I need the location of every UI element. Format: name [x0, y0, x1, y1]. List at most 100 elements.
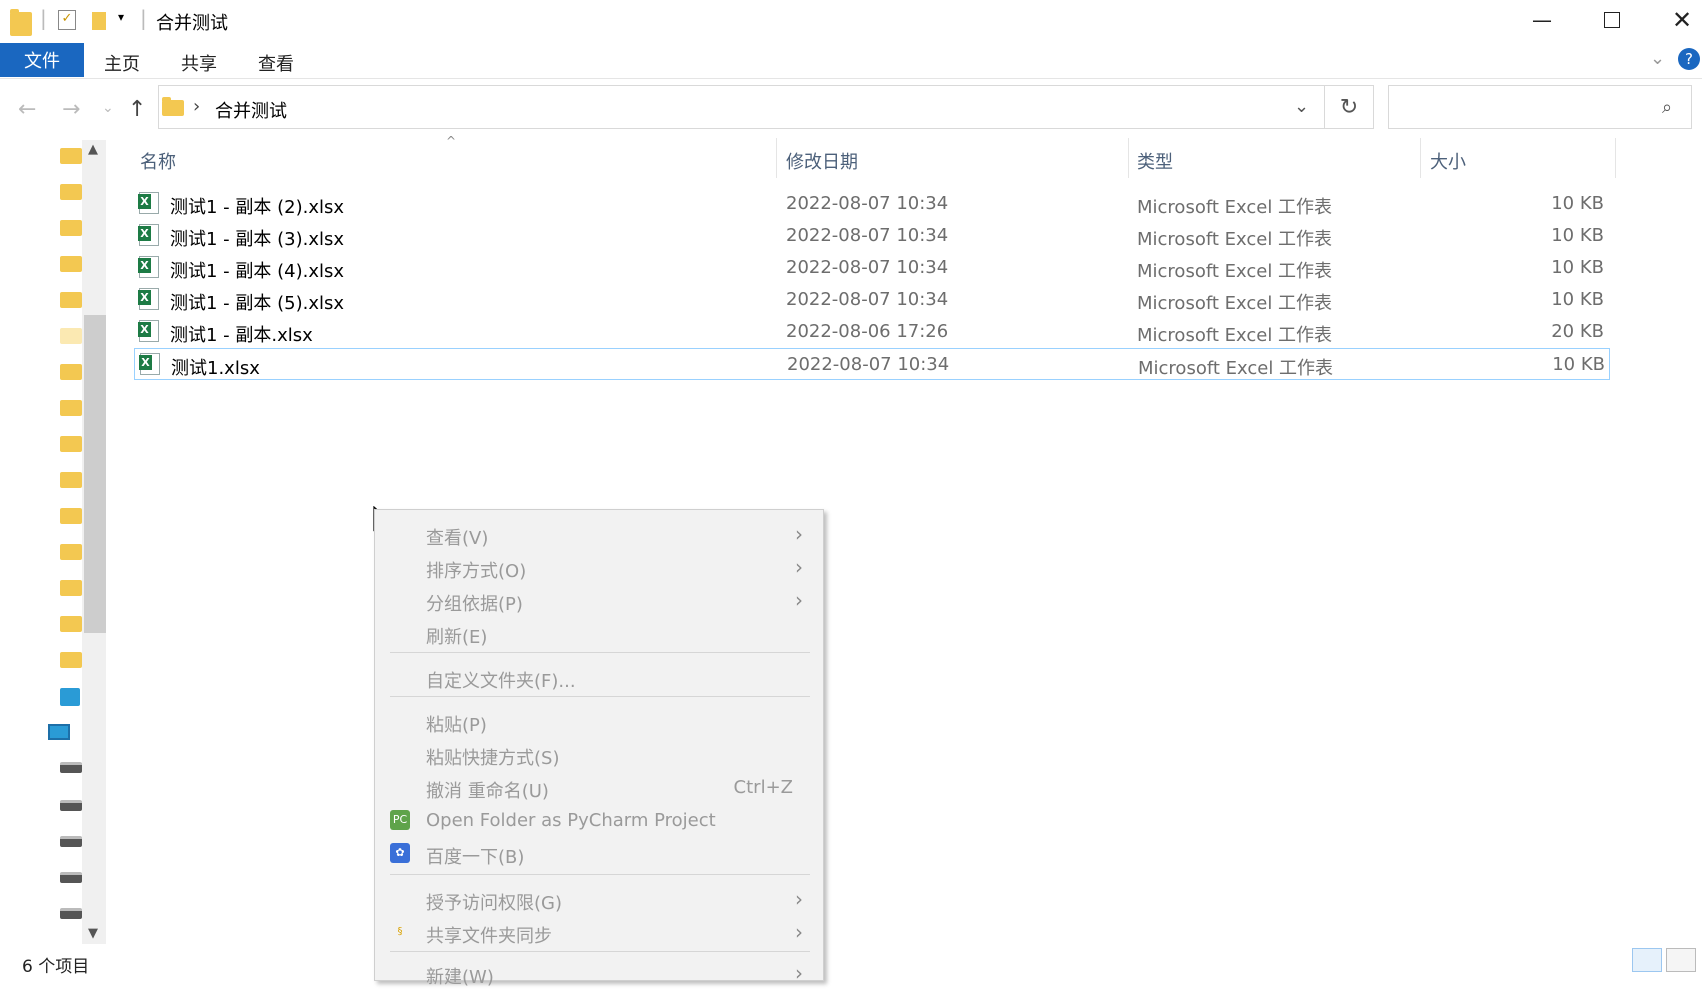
refresh-button[interactable]: ↻ — [1324, 85, 1374, 129]
sort-ascending-icon: ^ — [446, 134, 457, 148]
drive-icon[interactable] — [60, 836, 82, 847]
file-type: Microsoft Excel 工作表 — [1137, 261, 1333, 282]
breadcrumb-current[interactable]: 合并测试 — [215, 97, 287, 123]
folder-icon[interactable] — [60, 400, 82, 416]
file-size: 10 KB — [1551, 257, 1604, 278]
folder-icon[interactable] — [60, 148, 82, 164]
column-header-date[interactable]: 修改日期 — [786, 148, 858, 174]
menu-item-share-sync[interactable]: § 共享文件夹同步 › — [375, 917, 823, 950]
maximize-button[interactable] — [1580, 0, 1644, 40]
file-date: 2022-08-07 10:34 — [786, 289, 949, 310]
file-name: 测试1 - 副本 (4).xlsx — [170, 261, 345, 282]
menu-item-view[interactable]: 查看(V) › — [375, 519, 823, 552]
menu-item-sort[interactable]: 排序方式(O) › — [375, 552, 823, 585]
menu-item-grant-access[interactable]: 授予访问权限(G) › — [375, 884, 823, 917]
folder-icon[interactable] — [60, 328, 82, 344]
up-icon[interactable]: ↑ — [128, 97, 146, 122]
menu-separator — [390, 696, 810, 697]
column-divider[interactable] — [1615, 138, 1616, 178]
recent-locations-icon[interactable]: ⌄ — [102, 100, 114, 116]
menu-item-label: 新建(W) — [426, 967, 494, 988]
file-name: 测试1 - 副本.xlsx — [170, 325, 313, 346]
menu-item-customize-folder[interactable]: 自定义文件夹(F)... — [375, 662, 823, 695]
file-row[interactable]: 测试1 - 副本 (3).xlsx 2022-08-07 10:34 Micro… — [134, 220, 1610, 252]
column-header-type[interactable]: 类型 — [1137, 148, 1173, 174]
column-header-name[interactable]: 名称 — [140, 148, 176, 174]
address-bar[interactable] — [158, 85, 1374, 129]
details-view-button[interactable] — [1632, 948, 1662, 972]
chevron-right-icon: › — [795, 887, 803, 911]
file-date: 2022-08-07 10:34 — [786, 193, 949, 214]
properties-icon[interactable]: ✓ — [58, 10, 76, 30]
nav-scrollbar-thumb[interactable] — [84, 315, 106, 633]
menu-item-baidu[interactable]: ✿ 百度一下(B) — [375, 838, 823, 871]
menu-item-paste[interactable]: 粘贴(P) — [375, 706, 823, 739]
folder-icon[interactable] — [60, 472, 82, 488]
chevron-right-icon: › — [795, 522, 803, 546]
folder-icon[interactable] — [60, 508, 82, 524]
column-divider[interactable] — [1420, 138, 1421, 178]
back-icon[interactable]: ← — [18, 97, 36, 122]
help-icon[interactable]: ? — [1678, 48, 1700, 70]
file-row[interactable]: 测试1 - 副本 (2).xlsx 2022-08-07 10:34 Micro… — [134, 188, 1610, 220]
file-date: 2022-08-07 10:34 — [787, 354, 950, 375]
drive-icon[interactable] — [60, 800, 82, 811]
menu-item-label: 共享文件夹同步 — [426, 926, 552, 947]
folder-icon[interactable] — [60, 436, 82, 452]
menu-item-pycharm[interactable]: PC Open Folder as PyCharm Project — [375, 805, 823, 838]
file-row[interactable]: 测试1 - 副本 (4).xlsx 2022-08-07 10:34 Micro… — [134, 252, 1610, 284]
expand-ribbon-icon[interactable]: ⌄ — [1650, 48, 1665, 69]
menu-separator — [390, 951, 810, 952]
menu-item-group[interactable]: 分组依据(P) › — [375, 585, 823, 618]
tab-file[interactable]: 文件 — [0, 43, 84, 77]
menu-item-label: 授予访问权限(G) — [426, 893, 562, 914]
tab-home[interactable]: 主页 — [104, 50, 140, 76]
folder-icon[interactable] — [60, 652, 82, 668]
column-header-size[interactable]: 大小 — [1430, 148, 1466, 174]
this-pc-icon[interactable] — [48, 724, 70, 740]
drive-icon[interactable] — [60, 872, 82, 883]
drive-icon[interactable] — [60, 908, 82, 919]
menu-item-refresh[interactable]: 刷新(E) — [375, 618, 823, 651]
title-bar: | ✓ ▾ | 合并测试 — ✕ — [0, 0, 1702, 40]
customize-quick-access-icon[interactable]: ▾ — [118, 10, 124, 34]
excel-file-icon — [138, 288, 159, 310]
breadcrumb-separator[interactable]: › — [193, 96, 200, 117]
menu-separator — [390, 652, 810, 653]
folder-icon[interactable] — [60, 616, 82, 632]
scroll-down-icon[interactable]: ▼ — [88, 926, 98, 941]
menu-item-undo-rename[interactable]: 撤消 重命名(U) Ctrl+Z — [375, 772, 823, 805]
status-item-count: 6 个项目 — [22, 957, 90, 977]
menu-item-paste-shortcut[interactable]: 粘贴快捷方式(S) — [375, 739, 823, 772]
menu-item-new[interactable]: 新建(W) › — [375, 958, 823, 991]
large-icons-view-button[interactable] — [1666, 948, 1696, 972]
folder-icon[interactable] — [60, 580, 82, 596]
scroll-up-icon[interactable]: ▲ — [88, 142, 98, 157]
search-icon[interactable]: ⌕ — [1662, 97, 1672, 118]
new-folder-icon[interactable] — [92, 12, 106, 30]
libraries-icon[interactable] — [60, 688, 80, 706]
file-row[interactable]: 测试1 - 副本 (5).xlsx 2022-08-07 10:34 Micro… — [134, 284, 1610, 316]
column-divider[interactable] — [1128, 138, 1129, 178]
minimize-button[interactable]: — — [1510, 0, 1574, 40]
tab-share[interactable]: 共享 — [181, 50, 217, 76]
tab-view[interactable]: 查看 — [258, 50, 294, 76]
file-date: 2022-08-07 10:34 — [786, 225, 949, 246]
folder-icon[interactable] — [60, 544, 82, 560]
close-button[interactable]: ✕ — [1650, 0, 1702, 40]
excel-file-icon — [138, 192, 159, 214]
file-row[interactable]: 测试1 - 副本.xlsx 2022-08-06 17:26 Microsoft… — [134, 316, 1610, 348]
folder-icon[interactable] — [60, 220, 82, 236]
folder-icon[interactable] — [60, 184, 82, 200]
forward-icon[interactable]: → — [62, 97, 80, 122]
address-dropdown-icon[interactable]: ⌄ — [1294, 96, 1309, 117]
column-divider[interactable] — [776, 138, 777, 178]
drive-icon[interactable] — [60, 762, 82, 773]
folder-icon[interactable] — [60, 256, 82, 272]
folder-icon[interactable] — [60, 292, 82, 308]
folder-icon[interactable] — [60, 364, 82, 380]
search-input[interactable] — [1388, 85, 1692, 129]
chevron-right-icon: › — [795, 920, 803, 944]
file-row-selected[interactable]: 测试1.xlsx 2022-08-07 10:34 Microsoft Exce… — [134, 348, 1610, 380]
menu-item-label: Open Folder as PyCharm Project — [426, 810, 716, 831]
